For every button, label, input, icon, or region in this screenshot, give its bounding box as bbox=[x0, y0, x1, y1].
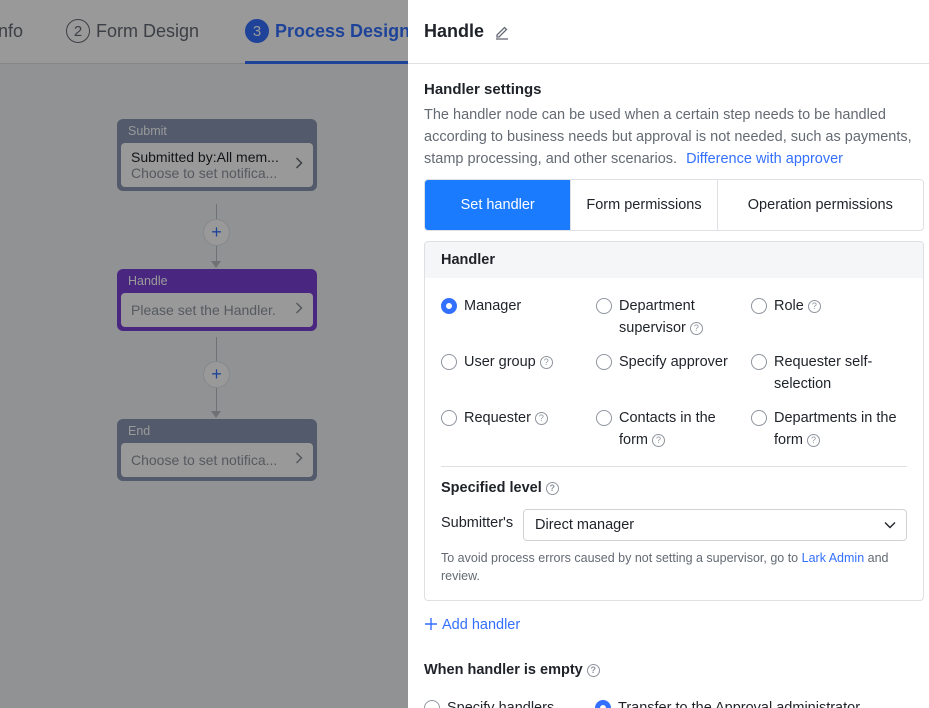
radio-label: Contacts in the form? bbox=[619, 410, 716, 448]
drawer-title: Handle bbox=[424, 21, 485, 41]
chevron-down-icon bbox=[884, 510, 896, 540]
submitter-label: Submitter's bbox=[441, 515, 514, 531]
radio-button[interactable] bbox=[441, 298, 457, 314]
help-icon[interactable]: ? bbox=[539, 356, 553, 369]
help-icon[interactable]: ? bbox=[807, 434, 820, 447]
radio-button[interactable] bbox=[596, 354, 612, 370]
radio-button[interactable] bbox=[751, 410, 767, 426]
drawer-backdrop[interactable] bbox=[0, 0, 408, 708]
radio-specify-approver[interactable]: Specify approver bbox=[596, 351, 746, 373]
add-handler-label: Add handler bbox=[442, 617, 521, 633]
help-icon[interactable]: ? bbox=[652, 434, 665, 447]
radio-manager[interactable]: Manager bbox=[441, 295, 591, 317]
radio-button[interactable] bbox=[595, 700, 611, 708]
radio-button[interactable] bbox=[441, 354, 457, 370]
radio-button[interactable] bbox=[596, 298, 612, 314]
level-select[interactable]: Direct manager bbox=[523, 509, 907, 541]
radio-label: Transfer to the Approval administrator bbox=[618, 700, 861, 708]
help-icon[interactable]: ? bbox=[689, 322, 703, 335]
radio-label: Departments in the form? bbox=[774, 410, 897, 448]
radio-label: Specify handlers bbox=[447, 700, 555, 708]
radio-label: Requester self-selection bbox=[774, 354, 873, 392]
radio-button[interactable] bbox=[751, 354, 767, 370]
radio-label: Manager bbox=[464, 298, 522, 314]
handler-empty-title: When handler is empty? bbox=[424, 662, 600, 678]
level-select-value: Direct manager bbox=[535, 517, 635, 533]
radio-role[interactable]: Role? bbox=[751, 295, 901, 317]
radio-label: Requester? bbox=[464, 407, 548, 429]
edit-icon[interactable] bbox=[494, 24, 510, 40]
handler-settings-drawer: Handle Handler settings The handler node… bbox=[408, 0, 929, 708]
radio-user-group[interactable]: User group? bbox=[441, 351, 591, 373]
radio-button[interactable] bbox=[424, 700, 440, 708]
add-handler-button[interactable]: Add handler bbox=[424, 615, 520, 635]
plus-icon bbox=[424, 615, 438, 635]
radio-label: User group? bbox=[464, 351, 553, 373]
handler-settings-title: Handler settings bbox=[424, 81, 542, 98]
radio-label: Department supervisor? bbox=[619, 295, 741, 339]
radio-specify-handlers[interactable]: Specify handlers bbox=[424, 698, 554, 708]
handler-description: The handler node can be used when a cert… bbox=[424, 104, 924, 170]
radio-button[interactable] bbox=[441, 410, 457, 426]
specified-level-title: Specified level? bbox=[441, 480, 559, 496]
radio-department-supervisor[interactable]: Department supervisor? bbox=[596, 295, 741, 339]
note-text: To avoid process errors caused by not se… bbox=[441, 551, 799, 565]
radio-requester[interactable]: Requester? bbox=[441, 407, 591, 429]
radio-button[interactable] bbox=[596, 410, 612, 426]
radio-label: Role? bbox=[774, 295, 821, 317]
tab-set-handler[interactable]: Set handler bbox=[425, 180, 571, 230]
handler-panel: Handler Manager Department supervisor? R… bbox=[424, 241, 924, 601]
radio-contacts-in-form[interactable]: Contacts in the form? bbox=[596, 407, 741, 451]
difference-with-approver-link[interactable]: Difference with approver bbox=[686, 151, 843, 167]
tab-form-permissions[interactable]: Form permissions bbox=[570, 180, 717, 230]
radio-button[interactable] bbox=[751, 298, 767, 314]
tab-operation-permissions[interactable]: Operation permissions bbox=[716, 180, 923, 230]
help-icon[interactable]: ? bbox=[807, 300, 821, 313]
settings-tabs: Set handler Form permissions Operation p… bbox=[424, 179, 924, 231]
help-icon[interactable]: ? bbox=[586, 664, 600, 677]
drawer-header: Handle bbox=[408, 0, 929, 64]
handler-empty-options: Specify handlers Transfer to the Approva… bbox=[424, 692, 924, 708]
radio-departments-in-form[interactable]: Departments in the form? bbox=[751, 407, 916, 451]
handler-panel-title: Handler bbox=[425, 242, 923, 278]
radio-transfer-to-admin[interactable]: Transfer to the Approval administrator bbox=[595, 698, 860, 708]
help-icon[interactable]: ? bbox=[534, 412, 548, 425]
radio-requester-self-selection[interactable]: Requester self-selection bbox=[751, 351, 891, 395]
help-icon[interactable]: ? bbox=[545, 482, 559, 495]
radio-label: Specify approver bbox=[619, 354, 728, 370]
supervisor-note: To avoid process errors caused by not se… bbox=[441, 549, 911, 585]
lark-admin-link[interactable]: Lark Admin bbox=[802, 551, 865, 565]
divider bbox=[441, 466, 907, 467]
